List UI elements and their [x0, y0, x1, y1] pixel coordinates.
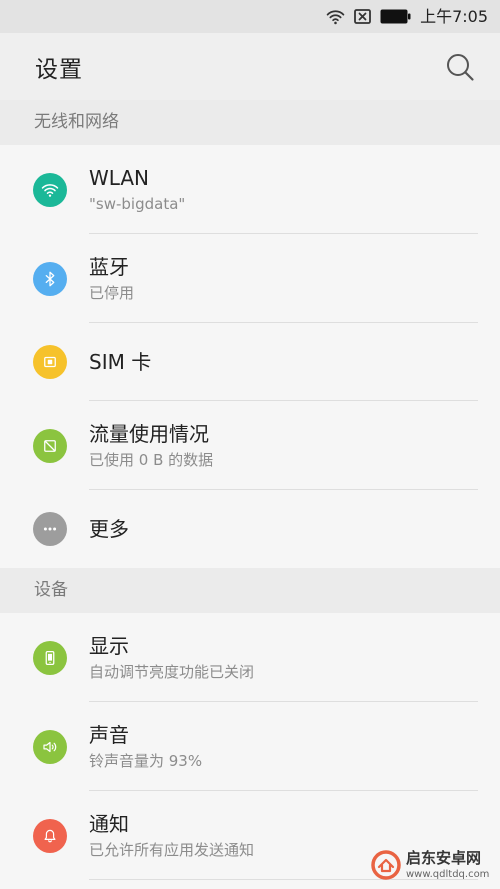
status-time: 上午7:05: [420, 7, 488, 26]
item-text: SIM 卡: [89, 349, 151, 375]
watermark-logo-icon: [371, 850, 401, 880]
bluetooth-icon: [33, 261, 67, 296]
search-icon: [447, 53, 474, 81]
item-subtitle: 自动调节亮度功能已关闭: [89, 662, 255, 681]
item-text: 显示 自动调节亮度功能已关闭: [89, 633, 254, 683]
display-icon: [33, 640, 67, 675]
item-subtitle: 已使用 0 B 的数据: [89, 450, 214, 469]
item-title: 声音: [89, 722, 129, 747]
settings-item-wlan[interactable]: WLAN "sw-bigdata": [0, 145, 500, 234]
item-text: 流量使用情况 已使用 0 B 的数据: [89, 421, 213, 471]
item-title: 更多: [89, 517, 129, 541]
bell-icon: [33, 818, 67, 853]
section-header-wireless: 无线和网络: [0, 100, 500, 145]
watermark-url: www.qdltdq.com: [406, 869, 490, 880]
settings-item-more[interactable]: 更多: [0, 490, 500, 568]
settings-item-bluetooth[interactable]: 蓝牙 已停用: [0, 234, 500, 323]
battery-icon: [380, 9, 411, 24]
item-subtitle: "sw-bigdata": [89, 194, 186, 213]
settings-item-sound[interactable]: 声音 铃声音量为 93%: [0, 702, 500, 791]
wifi-icon: [326, 9, 345, 25]
app-header: 设置: [0, 33, 500, 100]
item-text: 声音 铃声音量为 93%: [89, 722, 202, 772]
no-sim-icon: [354, 9, 371, 24]
search-button[interactable]: [444, 51, 476, 83]
item-text: WLAN "sw-bigdata": [89, 165, 185, 215]
item-title: WLAN: [89, 165, 150, 190]
section-header-device: 设备: [0, 568, 500, 613]
item-title: 流量使用情况: [89, 421, 209, 446]
item-title: 蓝牙: [89, 254, 129, 279]
item-text: 蓝牙 已停用: [89, 254, 134, 304]
item-text: 更多: [89, 516, 129, 542]
status-bar: 上午7:05: [0, 0, 500, 33]
watermark: 启东安卓网 www.qdltdq.com: [370, 845, 496, 885]
data-usage-icon: [33, 428, 67, 463]
item-subtitle: 铃声音量为 93%: [89, 751, 203, 770]
wifi-icon: [33, 172, 67, 207]
item-subtitle: 已允许所有应用发送通知: [89, 840, 255, 859]
settings-item-display[interactable]: 显示 自动调节亮度功能已关闭: [0, 613, 500, 702]
item-title: 通知: [89, 811, 129, 836]
item-text: 通知 已允许所有应用发送通知: [89, 811, 254, 861]
page-title: 设置: [35, 56, 83, 83]
settings-item-data-usage[interactable]: 流量使用情况 已使用 0 B 的数据: [0, 401, 500, 490]
item-subtitle: 已停用: [89, 283, 135, 302]
watermark-name: 启东安卓网: [406, 849, 482, 867]
watermark-text: 启东安卓网 www.qdltdq.com: [406, 849, 489, 881]
item-title: SIM 卡: [89, 350, 152, 374]
settings-item-sim[interactable]: SIM 卡: [0, 323, 500, 401]
sim-card-icon: [33, 345, 67, 379]
sound-icon: [33, 729, 67, 764]
item-title: 显示: [89, 633, 129, 658]
more-icon: [33, 512, 67, 546]
